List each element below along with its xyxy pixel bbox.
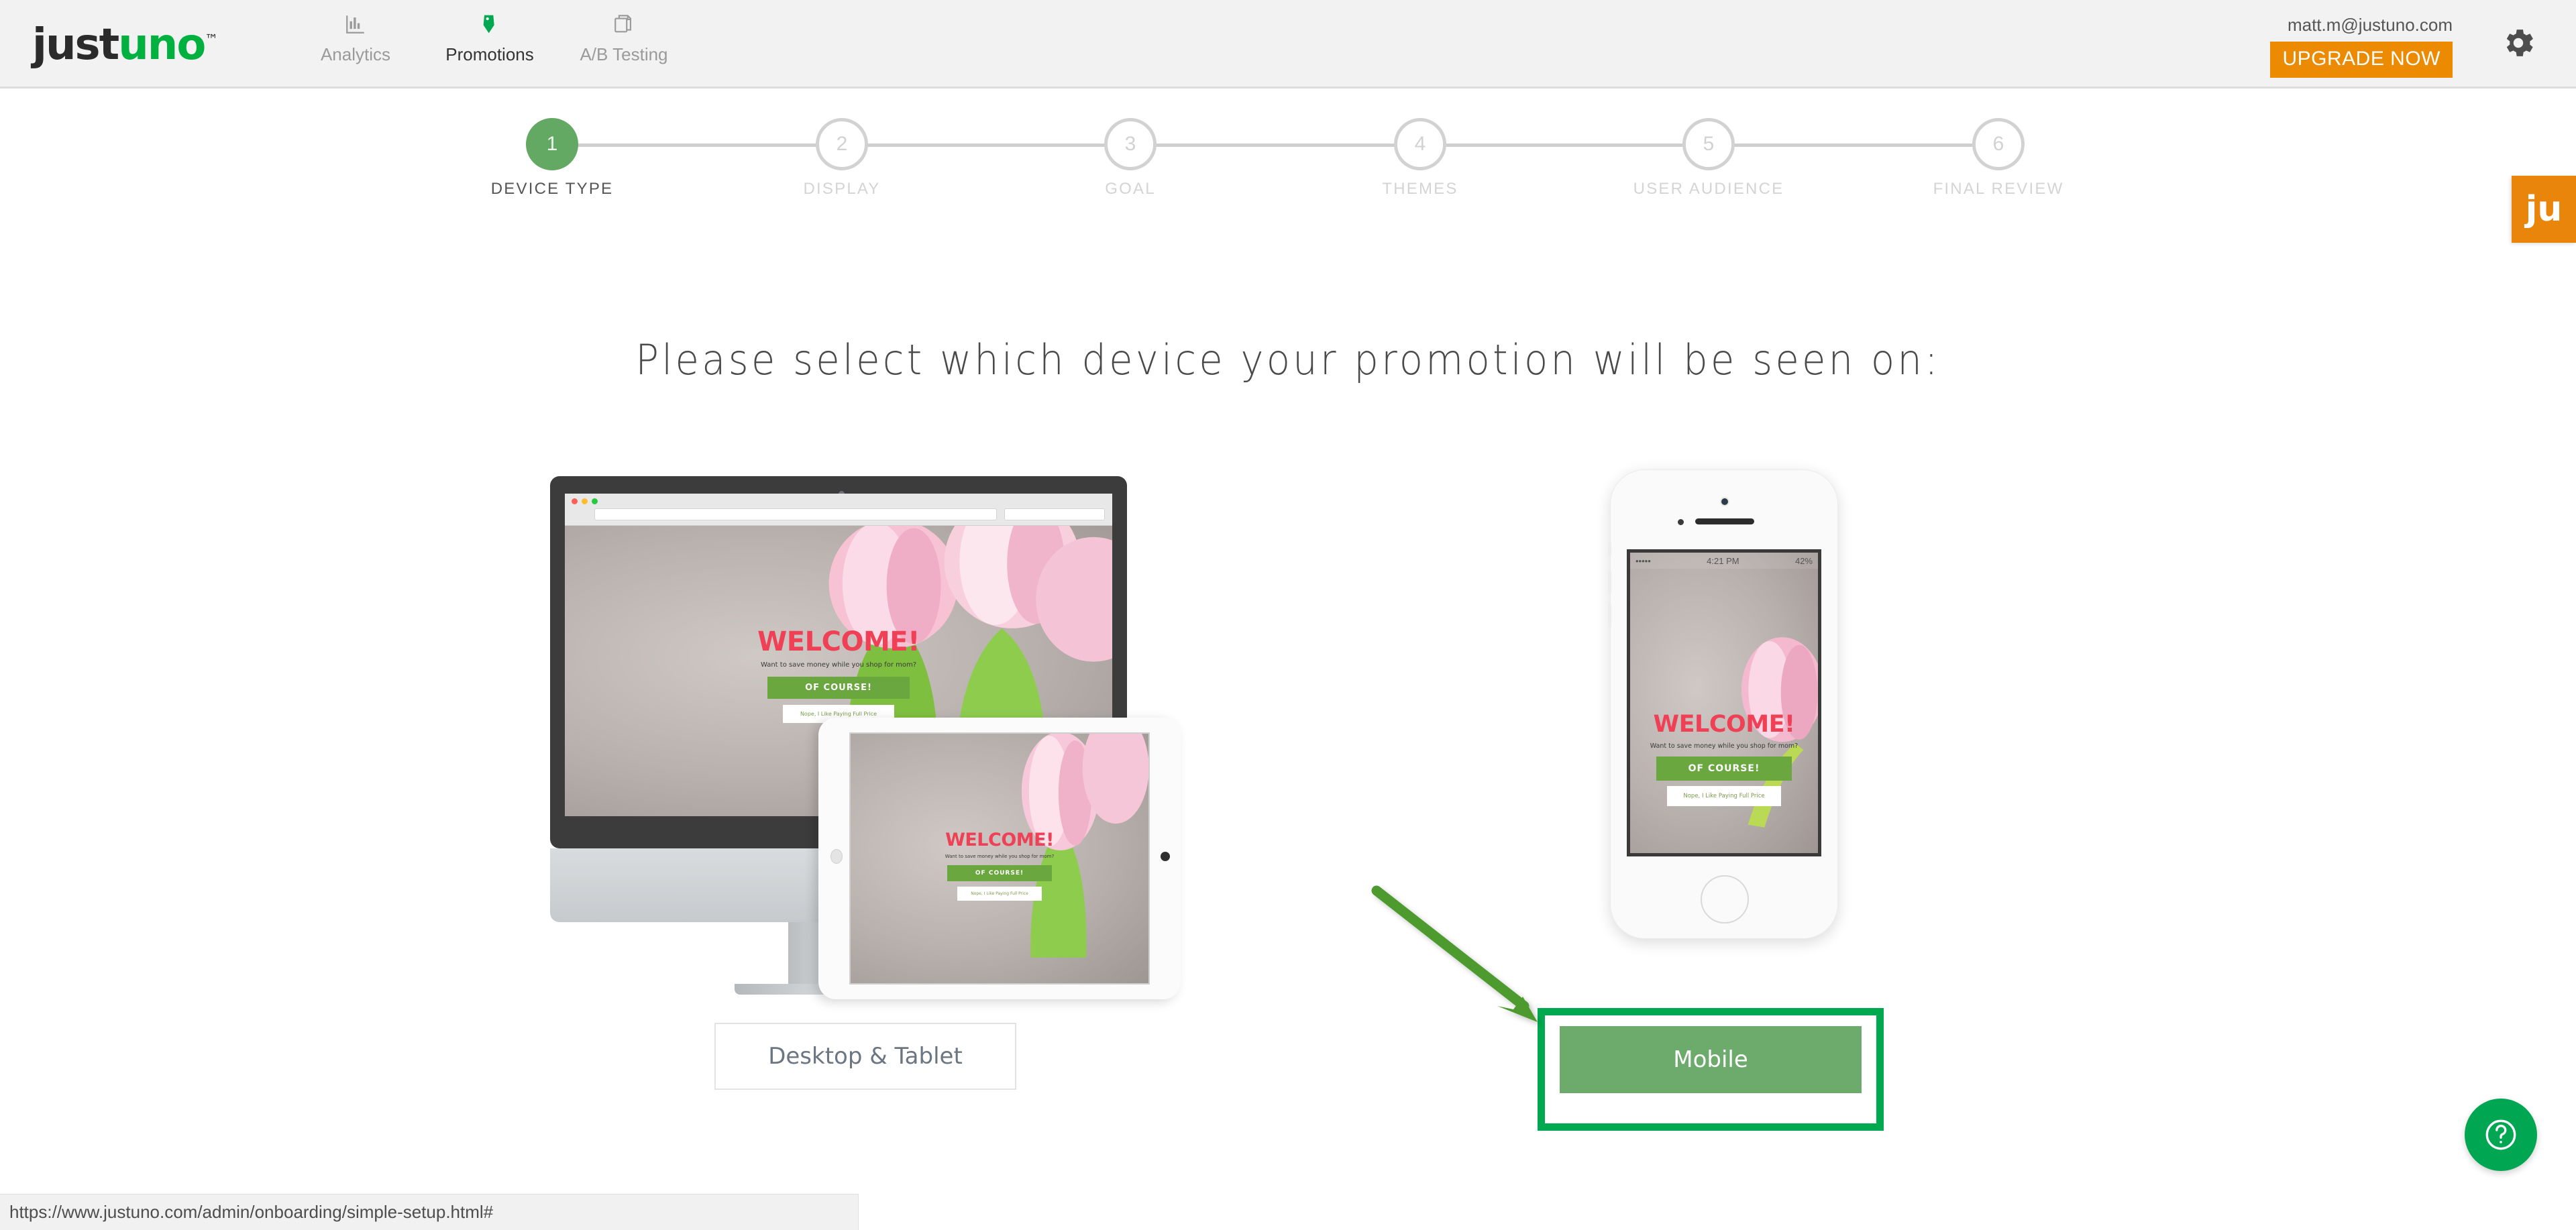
device-mockups: WELCOME! Want to save money while you sh… (0, 469, 2576, 1140)
step-6-final-review[interactable]: 6 FINAL REVIEW (1933, 118, 2062, 198)
top-navigation-bar: justuno™ Analytics Promotions A/B Testin… (0, 0, 2576, 89)
step-2-label: DISPLAY (803, 180, 881, 198)
question-mark-icon (2485, 1119, 2516, 1150)
step-6-circle: 6 (1972, 118, 2025, 170)
help-button[interactable] (2465, 1099, 2537, 1171)
promo-subtext: Want to save money while you shop for mo… (1650, 742, 1799, 750)
ipad-screen: WELCOME! Want to save money while you sh… (849, 732, 1150, 985)
step-3-goal[interactable]: 3 GOAL (1104, 118, 1157, 198)
step-5-user-audience[interactable]: 5 USER AUDIENCE (1633, 118, 1782, 198)
iphone-home-button[interactable] (1701, 875, 1749, 924)
browser-status-bar: https://www.justuno.com/admin/onboarding… (0, 1194, 859, 1230)
tablet-promo-preview: WELCOME! Want to save money while you sh… (851, 734, 1148, 983)
bar-chart-icon (288, 9, 423, 39)
step-6-label: FINAL REVIEW (1933, 180, 2064, 198)
minimize-icon (582, 498, 588, 504)
nav-item-analytics-label: Analytics (320, 44, 391, 64)
desktop-tablet-select-button[interactable]: Desktop & Tablet (714, 1023, 1016, 1090)
step-3-circle: 3 (1104, 118, 1157, 170)
iphone-screen: ••••• 4:21 PM 42% WELCOME! Want to save … (1627, 549, 1821, 856)
step-2-display[interactable]: 2 DISPLAY (804, 118, 879, 198)
stepper-connector-line (551, 144, 2011, 147)
user-email-label: matt.m@justuno.com (2287, 15, 2453, 35)
annotation-arrow-icon (1355, 872, 1583, 1040)
promo-headline: WELCOME! (1653, 711, 1795, 738)
promo-subtext: Want to save money while you shop for mo… (760, 661, 917, 669)
window-controls (572, 498, 598, 504)
mobile-select-button[interactable]: Mobile (1560, 1026, 1862, 1093)
iphone-mockup: ••••• 4:21 PM 42% WELCOME! Want to save … (1608, 469, 1838, 939)
status-carrier: ••••• (1635, 555, 1651, 566)
desktop-promo-text: WELCOME! Want to save money while you sh… (565, 626, 1112, 723)
nav-item-promotions-label: Promotions (445, 44, 534, 64)
promo-decline-button[interactable]: Nope, I Like Paying Full Price (1667, 786, 1781, 806)
browser-url-bar (594, 508, 997, 520)
promo-cta-button[interactable]: OF COURSE! (767, 677, 910, 699)
logo-text-uno: uno (118, 20, 206, 70)
promo-headline: WELCOME! (757, 626, 920, 657)
step-4-themes[interactable]: 4 THEMES (1382, 118, 1456, 198)
promo-cta-button[interactable]: OF COURSE! (947, 865, 1053, 881)
browser-search-bar (1004, 508, 1105, 520)
status-time: 4:21 PM (1707, 555, 1739, 566)
nav-item-ab-testing[interactable]: A/B Testing (557, 9, 691, 65)
justuno-side-tab[interactable]: ju (2512, 176, 2576, 243)
step-1-circle: 1 (526, 118, 578, 170)
volume-up-button[interactable] (1608, 571, 1611, 594)
step-4-label: THEMES (1382, 180, 1458, 198)
step-4-circle: 4 (1394, 118, 1446, 170)
nav-item-analytics[interactable]: Analytics (288, 9, 423, 65)
ipad-mockup: WELCOME! Want to save money while you sh… (818, 718, 1181, 999)
maximize-icon (592, 498, 598, 504)
promo-headline: WELCOME! (945, 830, 1054, 850)
volume-down-button[interactable] (1608, 604, 1611, 627)
step-2-circle: 2 (816, 118, 868, 170)
tablet-promo-text: WELCOME! Want to save money while you sh… (851, 830, 1148, 901)
upgrade-now-button[interactable]: UPGRADE NOW (2270, 42, 2453, 78)
mobile-promo-text: WELCOME! Want to save money while you sh… (1630, 711, 1818, 806)
step-5-circle: 5 (1682, 118, 1735, 170)
step-1-label: DEVICE TYPE (490, 180, 614, 198)
onboarding-stepper: 1 DEVICE TYPE 2 DISPLAY 3 GOAL 4 THEMES … (0, 118, 2576, 219)
logo-text-just: just (32, 20, 119, 70)
tag-icon (423, 9, 557, 39)
promo-cta-button[interactable]: OF COURSE! (1656, 757, 1792, 781)
step-3-label: GOAL (1105, 180, 1156, 198)
copy-pages-icon (557, 9, 691, 39)
ipad-home-button[interactable] (1161, 852, 1170, 861)
gear-icon[interactable] (2500, 24, 2537, 65)
browser-chrome (565, 494, 1112, 526)
step-5-label: USER AUDIENCE (1633, 180, 1784, 198)
iphone-earpiece (1695, 518, 1754, 524)
page-root: justuno™ Analytics Promotions A/B Testin… (0, 0, 2576, 1230)
page-title: Please select which device your promotio… (635, 335, 1941, 384)
iphone-sensor-icon (1678, 519, 1684, 525)
promo-decline-button[interactable]: Nope, I Like Paying Full Price (957, 887, 1042, 901)
nav-item-promotions[interactable]: Promotions (423, 9, 557, 65)
status-battery: 42% (1794, 555, 1813, 566)
mobile-promo-preview: WELCOME! Want to save money while you sh… (1630, 553, 1818, 853)
mute-switch[interactable] (1608, 543, 1611, 556)
promo-subtext: Want to save money while you shop for mo… (945, 854, 1055, 859)
status-bar-url: https://www.justuno.com/admin/onboarding… (9, 1202, 494, 1222)
nav-item-ab-testing-label: A/B Testing (580, 44, 668, 64)
close-icon (572, 498, 578, 504)
step-1-device-type[interactable]: 1 DEVICE TYPE (491, 118, 612, 198)
main-nav-items: Analytics Promotions A/B Testing (288, 9, 691, 65)
logo-trademark: ™ (205, 31, 219, 48)
ipad-camera-icon (830, 849, 843, 864)
phone-status-bar: ••••• 4:21 PM 42% (1630, 553, 1818, 569)
iphone-camera-icon (1720, 497, 1729, 506)
stepper-track: 1 DEVICE TYPE 2 DISPLAY 3 GOAL 4 THEMES … (491, 118, 2062, 198)
justuno-logo[interactable]: justuno™ (32, 20, 218, 70)
